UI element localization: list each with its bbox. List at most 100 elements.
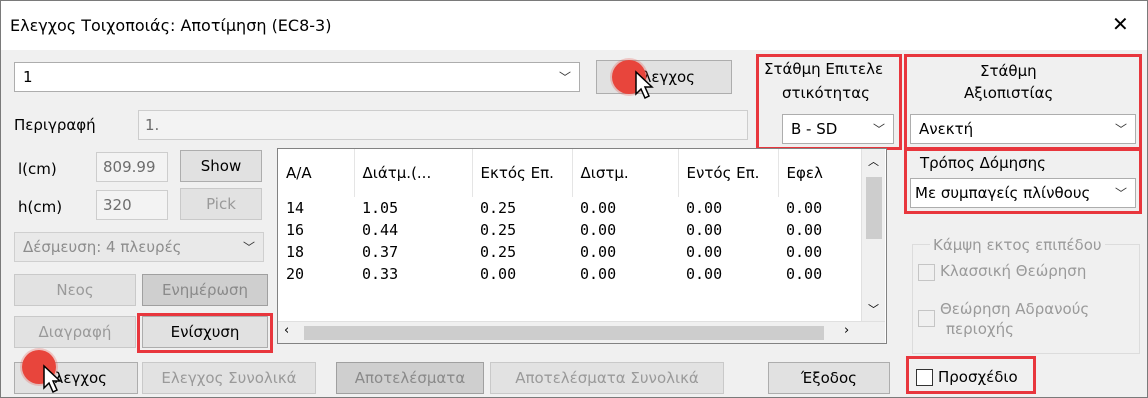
inertia-checkbox[interactable] bbox=[918, 310, 935, 327]
inertia-label-2: περιοχής bbox=[946, 320, 1014, 338]
table-cell: 0.00 bbox=[480, 265, 517, 283]
description-field[interactable]: 1. bbox=[138, 110, 748, 140]
check-total-button[interactable]: Ελεγχος Συνολικά bbox=[142, 362, 316, 394]
draft-checkbox[interactable] bbox=[916, 369, 933, 386]
show-button[interactable]: Show bbox=[180, 150, 262, 182]
column-header[interactable]: Εντός Επ. bbox=[678, 149, 779, 197]
chevron-down-icon: ﹀ bbox=[1114, 186, 1127, 201]
reinforce-button[interactable]: Ενίσχυση bbox=[142, 316, 268, 348]
description-label: Περιγραφή bbox=[14, 116, 96, 134]
table-cell: 0.00 bbox=[686, 265, 723, 283]
draft-label: Προσχέδιο bbox=[938, 368, 1018, 386]
results-button[interactable]: Αποτελέσματα bbox=[336, 362, 484, 394]
results-total-button-label: Αποτελέσματα Συνολικά bbox=[515, 369, 699, 387]
table-row[interactable]: 14 1.05 0.25 0.00 0.00 0.00 bbox=[278, 197, 861, 219]
table-cell: 0.00 bbox=[580, 265, 617, 283]
performance-level-select[interactable]: B - SD ﹀ bbox=[782, 114, 894, 144]
chevron-down-icon: ﹀ bbox=[872, 122, 885, 137]
table-cell: 0.00 bbox=[686, 221, 723, 239]
scroll-left-icon[interactable]: ‹ bbox=[284, 323, 289, 338]
table-cell: 0.25 bbox=[480, 243, 517, 261]
exit-button[interactable]: Έξοδος bbox=[768, 362, 890, 394]
classic-label: Κλασσική Θεώρηση bbox=[940, 262, 1087, 280]
update-button-label: Ενημέρωση bbox=[161, 281, 249, 299]
window-title: Ελεγχος Τοιχοποιάς: Αποτίμηση (EC8-3) bbox=[10, 16, 332, 35]
construction-label: Τρόπος Δόμησης bbox=[920, 154, 1046, 172]
chevron-down-icon: ﹀ bbox=[242, 240, 255, 255]
construction-value: Με συμπαγείς πλίνθους bbox=[915, 184, 1091, 202]
exit-button-label: Έξοδος bbox=[801, 369, 857, 387]
length-field[interactable]: 809.99 bbox=[96, 152, 168, 182]
table-cell: 20 bbox=[286, 265, 305, 283]
chevron-down-icon: ﹀ bbox=[558, 70, 571, 85]
table-cell: 1.05 bbox=[362, 199, 399, 217]
mouse-pointer-icon bbox=[635, 70, 654, 100]
reliability-level-value: Ανεκτή bbox=[919, 120, 974, 138]
results-button-label: Αποτελέσματα bbox=[354, 369, 466, 387]
table-cell: 0.44 bbox=[362, 221, 399, 239]
scroll-right-icon[interactable]: › bbox=[844, 323, 849, 338]
check-total-button-label: Ελεγχος Συνολικά bbox=[161, 369, 297, 387]
element-selector[interactable]: 1 ﹀ bbox=[14, 62, 580, 92]
vertical-scroll-thumb[interactable] bbox=[866, 177, 882, 239]
table-header-row: Α/Α Διάτμ.(... Εκτός Επ. Διστμ. Εντός Επ… bbox=[278, 149, 861, 197]
new-button-label: Νεος bbox=[56, 281, 94, 299]
height-label: h(cm) bbox=[18, 198, 63, 216]
reliability-level-label-1: Στάθμη bbox=[980, 62, 1037, 80]
column-header[interactable]: Α/Α bbox=[278, 149, 355, 197]
restraint-select[interactable]: Δέσμευση: 4 πλευρές ﹀ bbox=[14, 232, 264, 262]
scroll-down-icon[interactable]: ﹀ bbox=[868, 301, 879, 317]
height-field[interactable]: 320 bbox=[96, 190, 168, 220]
table-row[interactable]: 16 0.44 0.25 0.00 0.00 0.00 bbox=[278, 219, 861, 241]
horizontal-scroll-thumb[interactable] bbox=[304, 326, 824, 340]
reinforce-button-label: Ενίσχυση bbox=[170, 323, 240, 341]
table-cell: 0.00 bbox=[786, 265, 823, 283]
element-selector-value: 1 bbox=[23, 68, 33, 86]
chevron-down-icon: ﹀ bbox=[1114, 122, 1127, 137]
pick-button-label: Pick bbox=[206, 195, 236, 213]
table-cell: 16 bbox=[286, 221, 305, 239]
reliability-level-label-2: Αξιοπιστίας bbox=[964, 84, 1054, 102]
table-cell: 0.00 bbox=[580, 243, 617, 261]
results-grid: Α/Α Διάτμ.(... Εκτός Επ. Διστμ. Εντός Επ… bbox=[278, 149, 861, 285]
results-table[interactable]: Α/Α Διάτμ.(... Εκτός Επ. Διστμ. Εντός Επ… bbox=[277, 148, 887, 344]
show-button-label: Show bbox=[200, 157, 242, 175]
pick-button[interactable]: Pick bbox=[180, 188, 262, 220]
table-cell: 0.00 bbox=[580, 199, 617, 217]
close-icon[interactable]: ✕ bbox=[1112, 12, 1129, 36]
delete-button[interactable]: Διαγραφή bbox=[14, 316, 136, 348]
results-total-button[interactable]: Αποτελέσματα Συνολικά bbox=[490, 362, 724, 394]
table-cell: 0.33 bbox=[362, 265, 399, 283]
vertical-scrollbar[interactable]: ︿ ﹀ bbox=[861, 149, 885, 321]
table-row[interactable]: 20 0.33 0.00 0.00 0.00 0.00 bbox=[278, 263, 861, 285]
column-header[interactable]: Διστμ. bbox=[572, 149, 679, 197]
table-cell: 0.00 bbox=[580, 221, 617, 239]
table-row[interactable]: 18 0.37 0.25 0.00 0.00 0.00 bbox=[278, 241, 861, 263]
table-cell: 0.00 bbox=[786, 199, 823, 217]
table-cell: 0.00 bbox=[786, 243, 823, 261]
table-cell: 0.25 bbox=[480, 221, 517, 239]
column-header[interactable]: Εφελ bbox=[778, 149, 861, 197]
length-label: l(cm) bbox=[18, 160, 57, 178]
construction-select[interactable]: Με συμπαγείς πλίνθους ﹀ bbox=[910, 178, 1136, 208]
inertia-label-1: Θεώρηση Αδρανούς bbox=[940, 300, 1090, 318]
table-cell: 0.00 bbox=[686, 199, 723, 217]
new-button[interactable]: Νεος bbox=[14, 274, 136, 306]
table-cell: 18 bbox=[286, 243, 305, 261]
column-header[interactable]: Διάτμ.(... bbox=[354, 149, 473, 197]
table-cell: 0.00 bbox=[686, 243, 723, 261]
performance-level-label-1: Στάθμη Επιτελε bbox=[764, 60, 884, 78]
table-cell: 0.37 bbox=[362, 243, 399, 261]
mouse-pointer-icon bbox=[43, 364, 62, 394]
delete-button-label: Διαγραφή bbox=[38, 323, 112, 341]
table-cell: 0.25 bbox=[480, 199, 517, 217]
scroll-up-icon[interactable]: ︿ bbox=[868, 153, 879, 169]
update-button[interactable]: Ενημέρωση bbox=[142, 274, 268, 306]
column-header[interactable]: Εκτός Επ. bbox=[472, 149, 573, 197]
reliability-level-select[interactable]: Ανεκτή ﹀ bbox=[910, 114, 1136, 144]
table-cell: 14 bbox=[286, 199, 305, 217]
horizontal-scrollbar[interactable]: ‹ › bbox=[278, 321, 885, 343]
restraint-value: Δέσμευση: 4 πλευρές bbox=[23, 238, 182, 256]
bending-group-title: Κάμψη εκτος επιπέδου bbox=[930, 236, 1105, 254]
classic-checkbox[interactable] bbox=[918, 264, 935, 281]
